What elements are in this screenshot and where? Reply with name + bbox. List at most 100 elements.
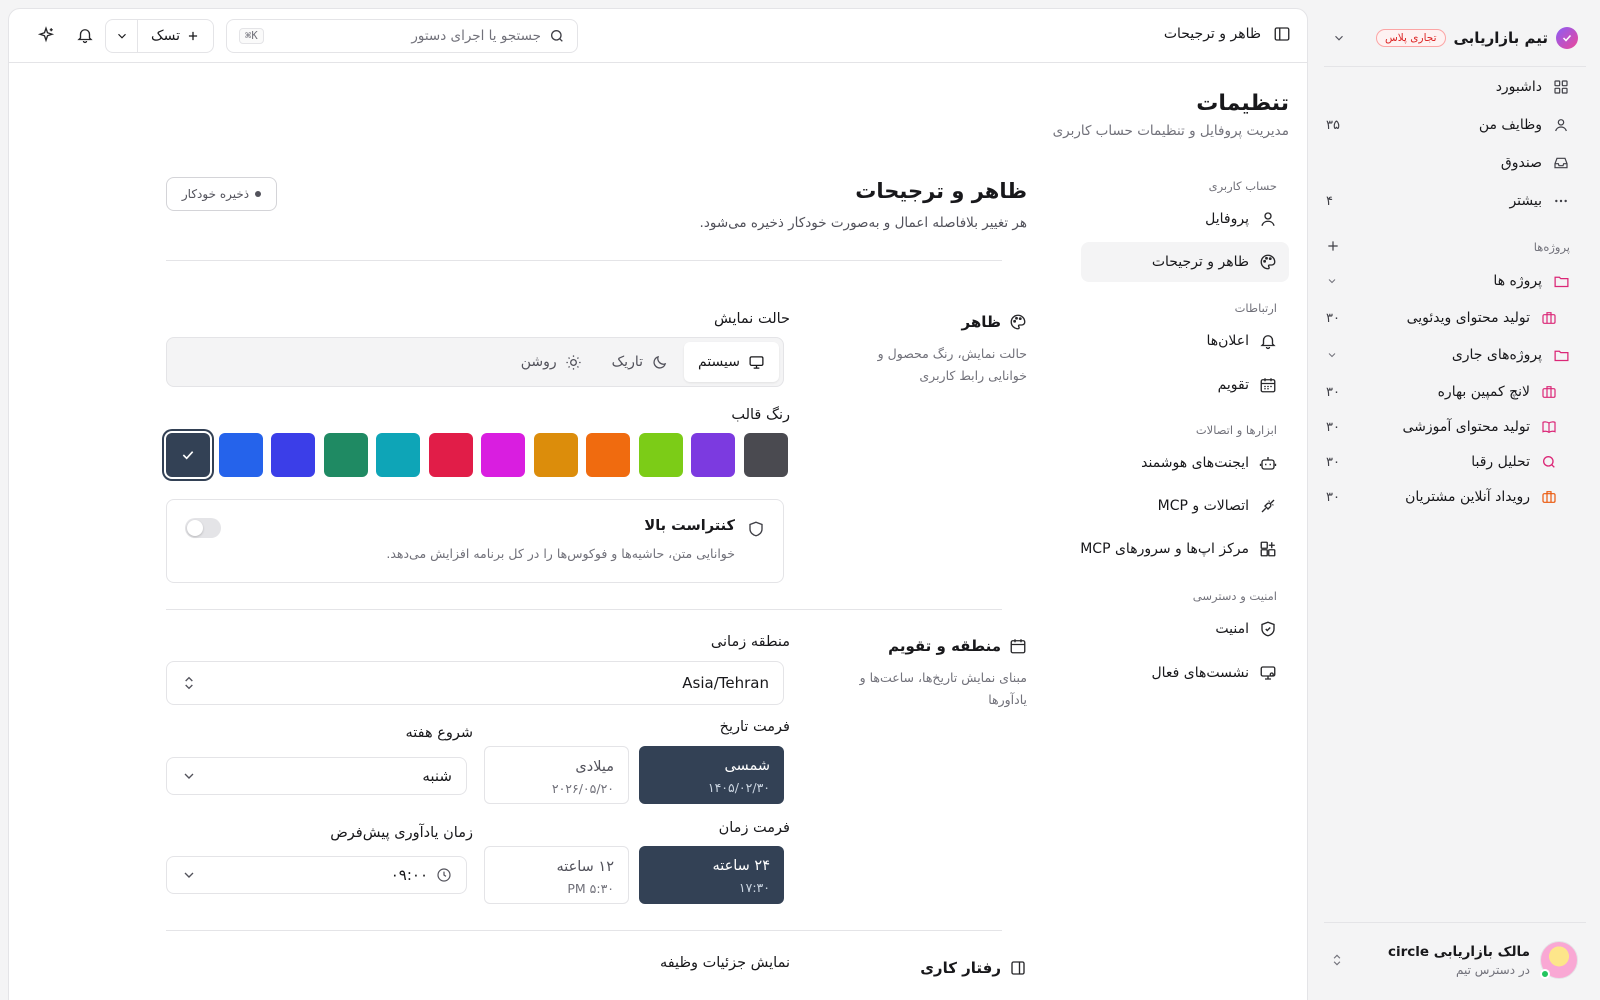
color-swatch[interactable] (323, 433, 368, 477)
sidebar-project-item[interactable]: لانچ کمپین بهاره ۳۰ (1320, 377, 1558, 407)
topbar: ظاهر و ترجیحات جستجو یا اجرای دستور ⌘K ت… (9, 9, 1307, 63)
sidebar-toggle-icon[interactable] (1273, 25, 1291, 43)
sidebar-folder-current-projects[interactable]: پروژه‌های جاری (1320, 340, 1570, 370)
settings-nav-connections[interactable]: اتصالات و MCP (1081, 486, 1289, 526)
color-swatch[interactable] (743, 433, 788, 477)
plan-badge: تجاری پلاس (1375, 29, 1446, 47)
color-swatch[interactable] (271, 433, 315, 477)
user-name: مالک بازاریابی circle (1388, 943, 1530, 960)
color-swatch[interactable] (166, 433, 210, 477)
settings-nav-label: امنیت (1215, 621, 1249, 637)
plus-icon (186, 29, 200, 43)
chevron-down-icon[interactable] (1320, 349, 1338, 361)
search-input[interactable]: جستجو یا اجرای دستور ⌘K (226, 19, 578, 53)
week-start-select[interactable]: شنبه (166, 757, 467, 795)
user-menu[interactable]: مالک بازاریابی circle در دسترس تیم (1330, 938, 1578, 982)
timezone-select[interactable]: Asia/Tehran (166, 661, 784, 705)
projects-section-label: پروژه‌ها (1533, 240, 1570, 254)
time-format-option-12h[interactable]: ۱۲ ساعته PM ۵:۳۰ (484, 846, 629, 904)
monitor-icon (1259, 664, 1277, 682)
color-swatch[interactable] (586, 433, 630, 477)
timezone-value: Asia/Tehran (682, 674, 769, 692)
sparkles-icon[interactable] (35, 26, 55, 46)
sun-icon (565, 354, 582, 371)
sidebar-project-item[interactable]: رویداد آنلاین مشتریان ۳۰ (1320, 482, 1558, 512)
briefcase-icon (1540, 383, 1558, 401)
calendar-icon (1259, 376, 1277, 394)
appearance-group-header: ظاهر حالت نمایش، رنگ محصول و خوانایی راب… (837, 313, 1027, 387)
settings-nav-notifications[interactable]: اعلان‌ها (1081, 321, 1289, 361)
settings-nav-sessions[interactable]: نشست‌های فعال (1081, 653, 1289, 693)
settings-nav-calendar[interactable]: تقویم (1081, 365, 1289, 405)
sidebar-project-item[interactable]: تحلیل رقبا ۳۰ (1320, 447, 1558, 477)
folder-icon (1552, 346, 1570, 364)
bell-icon[interactable] (74, 26, 94, 46)
settings-nav-appearance[interactable]: ظاهر و ترجیحات (1081, 242, 1289, 282)
sidebar-divider (1324, 66, 1586, 67)
mode-option-system[interactable]: سیستم (684, 342, 779, 382)
mode-option-label: تاریک (611, 354, 643, 370)
workspace-name: تیم بازاریابی (1453, 29, 1549, 47)
new-task-button[interactable]: تسک (138, 20, 213, 52)
color-swatch[interactable] (533, 433, 578, 477)
color-swatch[interactable] (218, 433, 263, 477)
sidebar-item-count: ۳۰ (1326, 310, 1340, 326)
book-icon (1540, 418, 1558, 436)
time-format-option-24h[interactable]: ۲۴ ساعته ۱۷:۳۰ (639, 846, 784, 904)
mode-option-dark[interactable]: تاریک (598, 342, 682, 382)
date-format-label: فرمت تاریخ (719, 719, 790, 735)
add-project-icon[interactable] (1325, 238, 1341, 254)
color-swatch[interactable] (376, 433, 420, 477)
date-format-option-jalali[interactable]: شمسی ۱۴۰۵/۰۲/۳۰ (639, 746, 784, 804)
chevron-down-icon[interactable] (1320, 275, 1338, 287)
settings-nav-agents[interactable]: ایجنت‌های هوشمند (1081, 443, 1289, 483)
mode-option-light[interactable]: روشن (507, 342, 596, 382)
mode-option-label: روشن (520, 354, 557, 370)
settings-nav-security[interactable]: امنیت (1081, 609, 1289, 649)
topbar-title-group: ظاهر و ترجیحات (1164, 25, 1291, 43)
section-divider (166, 609, 1002, 610)
color-swatch[interactable] (481, 433, 525, 477)
color-swatch[interactable] (428, 433, 473, 477)
sidebar-item-my-tasks[interactable]: وظایف من ۳۵ (1320, 110, 1570, 140)
chevron-up-down-icon[interactable] (1330, 953, 1344, 967)
settings-category: امنیت و دسترسی (1192, 589, 1277, 603)
sidebar-item-count: ۳۰ (1326, 384, 1340, 400)
new-task-label: تسک (151, 28, 180, 44)
workspace-switcher[interactable]: تیم بازاریابی تجاری پلاس (1332, 22, 1578, 54)
sidebar-item-label: بیشتر (1509, 193, 1542, 209)
reminder-time-input[interactable]: ۰۹:۰۰ (166, 856, 467, 894)
sidebar-item-label: وظایف من (1478, 117, 1542, 133)
bell-icon (1259, 332, 1277, 350)
sidebar-folder-projects[interactable]: پروژه ها (1320, 266, 1570, 296)
settings-nav-label: نشست‌های فعال (1151, 665, 1249, 681)
sidebar-item-more[interactable]: بیشتر ۴ (1320, 186, 1570, 216)
sidebar-item-dashboard[interactable]: داشبورد (1320, 72, 1570, 102)
avatar (1540, 941, 1578, 979)
autosave-indicator: ذخیره خودکار (166, 177, 277, 211)
color-swatch[interactable] (691, 433, 735, 477)
high-contrast-toggle[interactable] (185, 518, 221, 538)
sidebar-item-count: ۳۰ (1326, 419, 1340, 435)
group-title: ظاهر (961, 313, 1002, 331)
color-swatch[interactable] (638, 433, 683, 477)
date-format-option-gregorian[interactable]: میلادی ۲۰۲۶/۰۵/۲۰ (484, 746, 629, 804)
high-contrast-title: کنتراست بالا (644, 518, 735, 534)
chevron-down-icon[interactable] (1332, 31, 1346, 45)
sidebar-item-inbox[interactable]: صندوق (1320, 148, 1570, 178)
group-title: منطقه و تقویم (888, 637, 1001, 655)
sidebar-project-item[interactable]: تولید محتوای ویدئویی ۳۰ (1320, 303, 1558, 333)
settings-category: حساب کاربری (1208, 179, 1277, 193)
settings-nav-app-center[interactable]: مرکز اپ‌ها و سرورهای MCP (1073, 529, 1289, 569)
theme-color-label: رنگ قالب (731, 407, 790, 423)
new-task-dropdown[interactable] (106, 20, 138, 52)
briefcase-icon (1540, 309, 1558, 327)
time-format-label: فرمت زمان (718, 820, 790, 836)
settings-nav-profile[interactable]: پروفایل (1081, 199, 1289, 239)
main-panel: ظاهر و ترجیحات جستجو یا اجرای دستور ⌘K ت… (8, 8, 1308, 1000)
reminder-label: زمان یادآوری پیش‌فرض (330, 825, 473, 841)
sidebar-item-label: تولید محتوای ویدئویی (1406, 310, 1530, 326)
sidebar-item-label: صندوق (1500, 155, 1542, 171)
sidebar-project-item[interactable]: تولید محتوای آموزشی ۳۰ (1320, 412, 1558, 442)
user-icon (1552, 116, 1570, 134)
